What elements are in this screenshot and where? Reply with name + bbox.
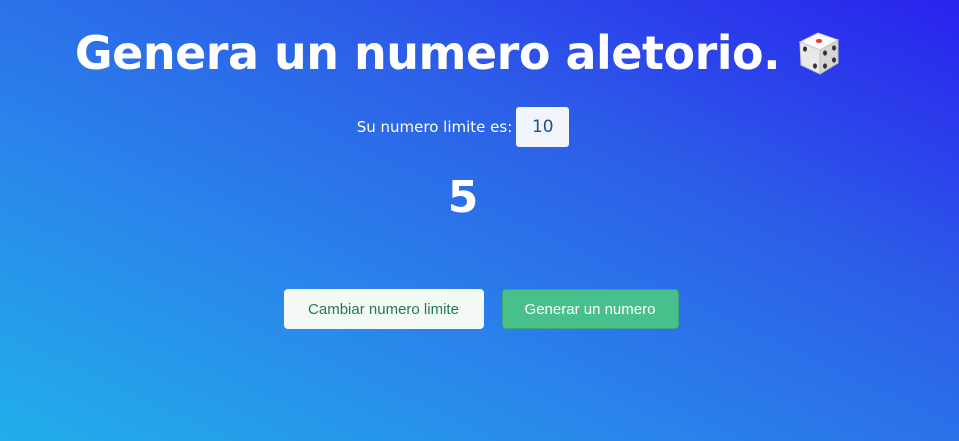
- limit-row: Su numero limite es: 10: [0, 107, 926, 147]
- page-title: Genera un numero aletorio.: [74, 26, 781, 80]
- limit-label: Su numero limite es:: [356, 118, 513, 136]
- header: Genera un numero aletorio.: [0, 26, 919, 80]
- change-limit-button[interactable]: Cambiar numero limite: [283, 289, 484, 329]
- dice-icon: [794, 28, 844, 78]
- limit-value-badge: 10: [516, 107, 570, 147]
- random-number-result: 5: [447, 172, 479, 223]
- button-group: Cambiar numero limite Generar un numero: [0, 289, 959, 329]
- generate-number-button[interactable]: Generar un numero: [501, 289, 679, 329]
